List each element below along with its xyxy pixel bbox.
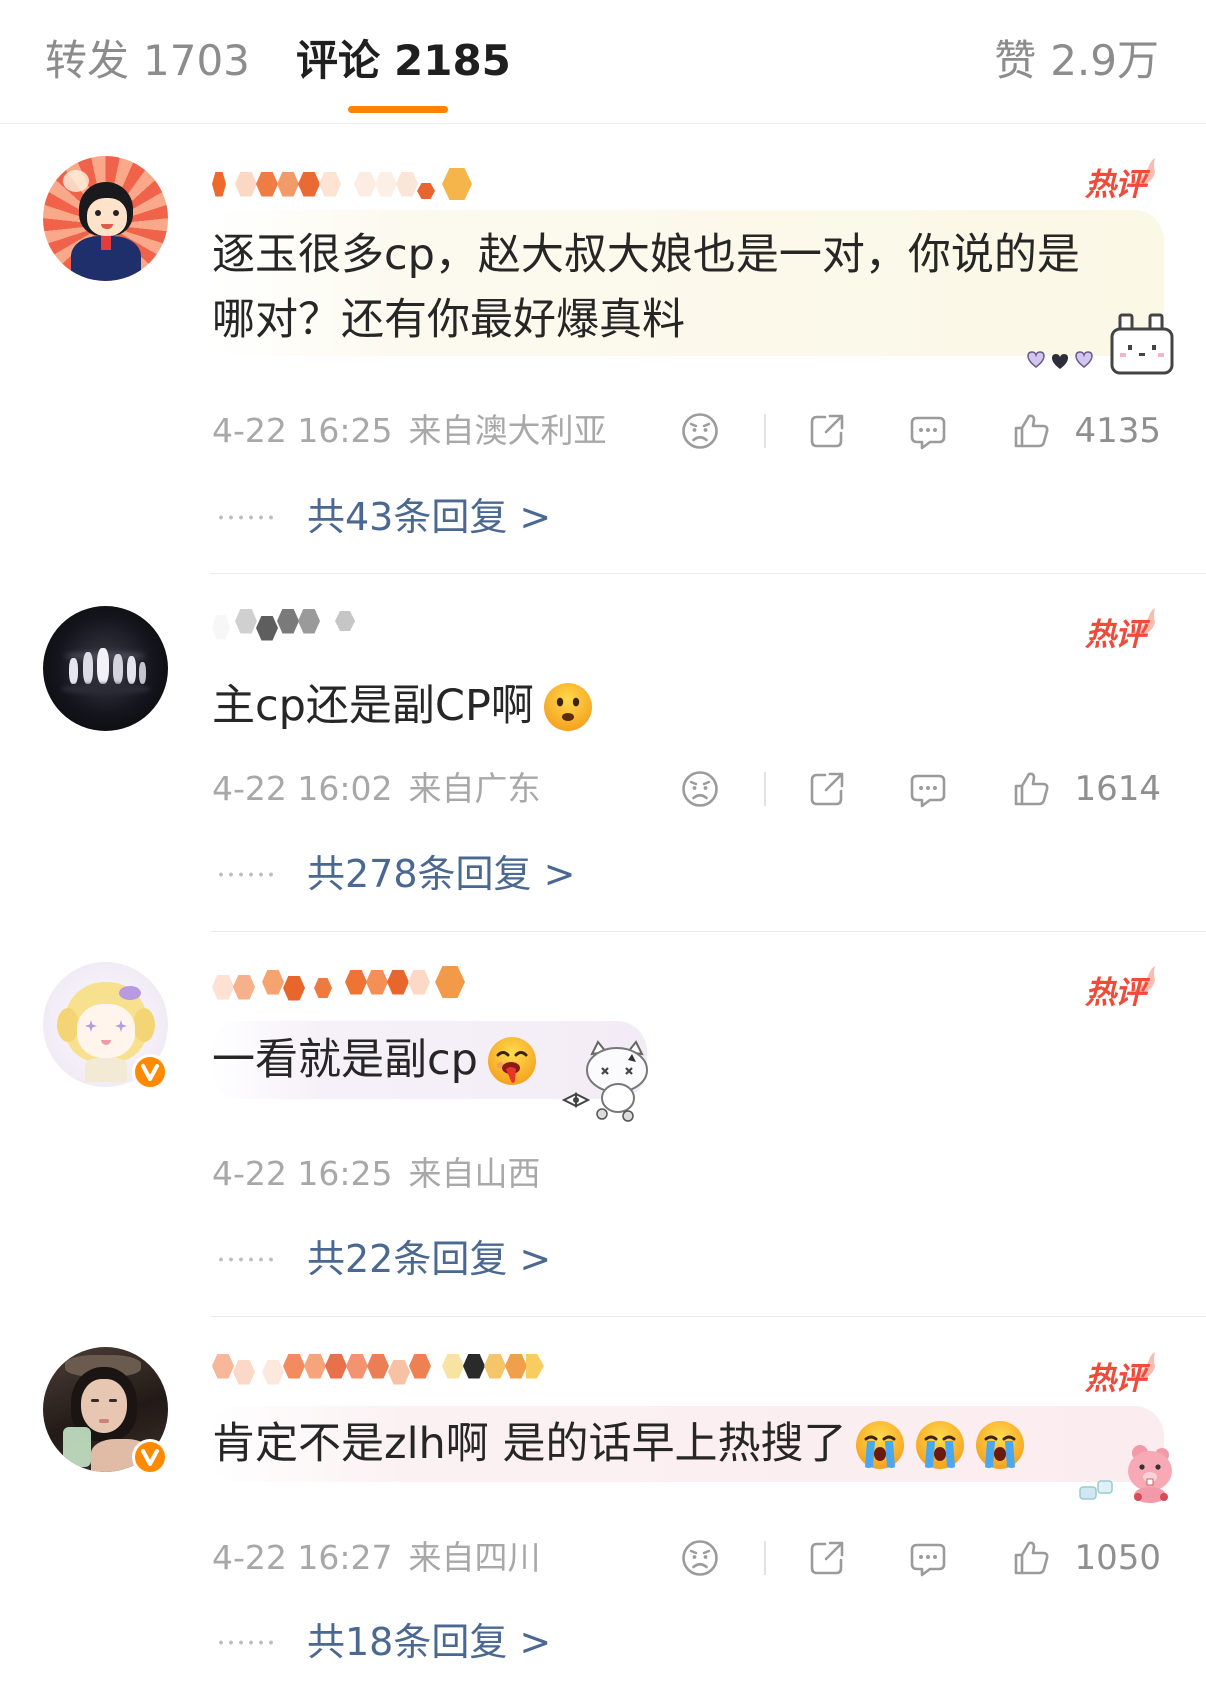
drooling-face-emoji bbox=[486, 1035, 538, 1087]
comment-text[interactable]: 逐玉很多cp，赵大叔大娘也是一对，你说的是 哪对？还有你最好爆真料 bbox=[212, 223, 1080, 353]
comment-text[interactable]: 肯定不是zlh啊 是的话早上热搜了 bbox=[212, 1412, 1026, 1477]
comment-actions: 1614 bbox=[680, 769, 1161, 809]
comment-text-content: 一看就是副cp bbox=[212, 1035, 478, 1085]
comment-time: 4-22 16:27 bbox=[212, 1538, 393, 1577]
reply-dots bbox=[216, 1639, 275, 1645]
tab-likes-count: 2.9万 bbox=[1050, 36, 1159, 85]
action-divider bbox=[764, 414, 767, 448]
cat-sticker bbox=[561, 1040, 666, 1126]
loudly-crying-face-emoji bbox=[914, 1419, 966, 1471]
verified-badge-icon bbox=[131, 1438, 169, 1476]
like-button[interactable]: 1050 bbox=[1011, 1538, 1161, 1578]
share-icon[interactable] bbox=[807, 769, 847, 809]
like-button[interactable]: 1614 bbox=[1011, 769, 1161, 809]
hearts-decoration bbox=[1022, 348, 1102, 376]
hot-badge-label: 热评 bbox=[1085, 1361, 1146, 1397]
tab-likes-label: 赞 bbox=[994, 36, 1037, 85]
share-icon[interactable] bbox=[807, 1538, 847, 1578]
comment-item: 热评 主cp还是副CP啊 4-22 16:02 来自广东 1614 共278条回复… bbox=[0, 574, 1206, 932]
like-button[interactable]: 4135 bbox=[1011, 411, 1161, 451]
reply-dots bbox=[216, 871, 275, 877]
comment-text[interactable]: 一看就是副cp bbox=[212, 1028, 538, 1093]
comment-location: 来自四川 bbox=[408, 1538, 541, 1577]
hot-comment-badge: 热评 bbox=[1083, 158, 1159, 206]
tab-reposts[interactable]: 转发 1703 bbox=[45, 31, 250, 91]
replies-count-label: 共18条回复 > bbox=[307, 1620, 552, 1664]
tab-reposts-label: 转发 bbox=[45, 36, 130, 85]
beaver-sticker bbox=[1078, 1435, 1178, 1509]
action-divider bbox=[764, 1541, 767, 1575]
action-divider bbox=[764, 772, 767, 806]
bunny-sticker bbox=[1108, 313, 1178, 383]
comment-actions: 4135 bbox=[680, 411, 1161, 451]
hot-comment-badge: 热评 bbox=[1083, 966, 1159, 1014]
hot-comment-badge: 热评 bbox=[1083, 1352, 1159, 1400]
comment-time: 4-22 16:02 bbox=[212, 769, 393, 808]
replies-count-label: 共43条回复 > bbox=[307, 495, 552, 539]
user-avatar[interactable] bbox=[43, 606, 168, 731]
hot-comment-badge: 热评 bbox=[1083, 608, 1159, 656]
username-blurred[interactable] bbox=[212, 965, 465, 1001]
comment-meta: 4-22 16:25 来自山西 bbox=[212, 1154, 541, 1194]
comment-item: 热评 一看就是副cp 4-22 16:25 来自山西 共22条回复 > bbox=[0, 932, 1206, 1317]
comment-tab-bar: 转发 1703 评论 2185 赞 2.9万 bbox=[0, 0, 1206, 124]
tab-reposts-count: 1703 bbox=[143, 36, 250, 85]
reply-dots bbox=[216, 514, 275, 520]
comment-meta: 4-22 16:02 来自广东 bbox=[212, 769, 541, 809]
comment-location: 来自广东 bbox=[408, 769, 541, 808]
like-count: 4135 bbox=[1074, 411, 1161, 451]
loudly-crying-face-emoji bbox=[854, 1419, 906, 1471]
replies-count-label: 共278条回复 > bbox=[307, 852, 576, 896]
comment-time: 4-22 16:25 bbox=[212, 1154, 393, 1193]
tab-comments-label: 评论 bbox=[296, 36, 381, 85]
sad-face-icon[interactable] bbox=[680, 1538, 720, 1578]
hot-badge-label: 热评 bbox=[1085, 975, 1146, 1011]
reply-dots bbox=[216, 1256, 275, 1262]
view-replies-link[interactable]: 共278条回复 > bbox=[216, 850, 575, 898]
comment-icon[interactable] bbox=[908, 769, 948, 809]
comment-text-line: 哪对？还有你最好爆真料 bbox=[212, 295, 685, 345]
hot-badge-label: 热评 bbox=[1085, 617, 1146, 653]
comment-text-line: 逐玉很多cp，赵大叔大娘也是一对，你说的是 bbox=[212, 230, 1080, 280]
username-blurred[interactable] bbox=[212, 167, 472, 201]
like-count: 1614 bbox=[1074, 769, 1161, 809]
comment-location: 来自山西 bbox=[408, 1154, 541, 1193]
view-replies-link[interactable]: 共22条回复 > bbox=[216, 1235, 551, 1283]
loudly-crying-face-emoji bbox=[974, 1419, 1026, 1471]
comment-icon[interactable] bbox=[908, 411, 948, 451]
username-blurred[interactable] bbox=[212, 1349, 544, 1385]
view-replies-link[interactable]: 共18条回复 > bbox=[216, 1618, 551, 1666]
comment-item: 热评 逐玉很多cp，赵大叔大娘也是一对，你说的是 哪对？还有你最好爆真料 4-2… bbox=[0, 124, 1206, 574]
sad-face-icon[interactable] bbox=[680, 411, 720, 451]
like-count: 1050 bbox=[1074, 1538, 1161, 1578]
comment-text-content: 主cp还是副CP啊 bbox=[212, 681, 534, 731]
verified-badge-icon bbox=[131, 1053, 169, 1091]
comment-text-content: 肯定不是zlh啊 是的话早上热搜了 bbox=[212, 1419, 847, 1469]
thumbs-up-icon[interactable] bbox=[1011, 769, 1051, 809]
worried-face-emoji bbox=[542, 681, 594, 733]
comment-actions: 1050 bbox=[680, 1538, 1161, 1578]
hot-badge-label: 热评 bbox=[1085, 167, 1146, 203]
comment-meta: 4-22 16:25 来自澳大利亚 bbox=[212, 411, 607, 451]
username-blurred[interactable] bbox=[212, 604, 355, 641]
thumbs-up-icon[interactable] bbox=[1011, 411, 1051, 451]
thumbs-up-icon[interactable] bbox=[1011, 1538, 1051, 1578]
comment-location: 来自澳大利亚 bbox=[408, 411, 607, 450]
comment-text[interactable]: 主cp还是副CP啊 bbox=[212, 674, 594, 739]
comment-icon[interactable] bbox=[908, 1538, 948, 1578]
tab-comments-count: 2185 bbox=[394, 36, 511, 85]
sad-face-icon[interactable] bbox=[680, 769, 720, 809]
tab-comments[interactable]: 评论 2185 bbox=[296, 31, 511, 91]
comment-time: 4-22 16:25 bbox=[212, 411, 393, 450]
tab-likes[interactable]: 赞 2.9万 bbox=[994, 31, 1159, 91]
share-icon[interactable] bbox=[807, 411, 847, 451]
replies-count-label: 共22条回复 > bbox=[307, 1237, 552, 1281]
comment-item: 热评 肯定不是zlh啊 是的话早上热搜了 4-22 16:27 来自四川 105… bbox=[0, 1317, 1206, 1692]
view-replies-link[interactable]: 共43条回复 > bbox=[216, 493, 551, 541]
comment-meta: 4-22 16:27 来自四川 bbox=[212, 1538, 541, 1578]
user-avatar[interactable] bbox=[43, 156, 168, 281]
active-tab-indicator bbox=[348, 106, 448, 113]
